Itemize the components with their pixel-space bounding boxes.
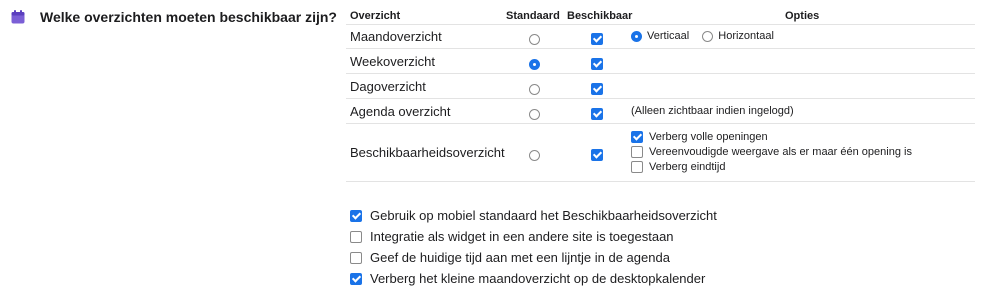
availability-options: Verberg volle openingen Vereenvoudigde w… [631, 129, 912, 174]
hide-end-time-checkbox[interactable] [631, 160, 643, 173]
available-checkbox[interactable] [591, 148, 603, 161]
header-overview: Overzicht [350, 10, 401, 22]
table-row-dagoverzicht: Dagoverzicht [346, 73, 975, 98]
default-radio[interactable] [529, 34, 540, 46]
available-checkbox[interactable] [591, 107, 603, 120]
hide-full-openings-label: Verberg volle openingen [649, 130, 768, 143]
mobile-default-checkbox[interactable] [350, 209, 362, 222]
horizontal-radio[interactable] [702, 30, 714, 42]
extra-option: Integratie als widget in een andere site… [350, 226, 717, 247]
default-radio[interactable] [529, 84, 540, 96]
row-name: Weekoverzicht [350, 54, 436, 69]
default-radio[interactable] [529, 109, 540, 121]
row-name: Beschikbaarheidsoverzicht [350, 145, 505, 160]
question-label: Welke overzichten moeten beschikbaar zij… [40, 9, 337, 25]
calendar-icon [11, 10, 25, 24]
simplified-view-checkbox[interactable] [631, 145, 643, 158]
row-name: Dagoverzicht [350, 79, 426, 94]
row-name: Agenda overzicht [350, 104, 451, 119]
row-name: Maandoverzicht [350, 29, 442, 44]
overview-table: Overzicht Standaard Beschikbaar Opties M… [346, 8, 975, 182]
hide-end-time-label: Verberg eindtijd [649, 160, 726, 173]
available-checkbox[interactable] [591, 57, 603, 70]
available-checkbox[interactable] [591, 32, 603, 45]
default-radio[interactable] [529, 150, 540, 162]
table-row-maandoverzicht: Maandoverzicht Verticaal Horizontaal [346, 24, 975, 48]
table-row-beschikbaarheidsoverzicht: Beschikbaarheidsoverzicht Verberg volle … [346, 123, 975, 182]
available-checkbox[interactable] [591, 82, 603, 95]
extra-option: Geef de huidige tijd aan met een lijntje… [350, 247, 717, 268]
table-header: Overzicht Standaard Beschikbaar Opties [346, 8, 975, 24]
current-time-line-label: Geef de huidige tijd aan met een lijntje… [370, 250, 670, 265]
horizontal-label: Horizontaal [718, 30, 774, 42]
widget-integration-checkbox[interactable] [350, 230, 362, 243]
hide-mini-month-checkbox[interactable] [350, 272, 362, 285]
extra-option: Gebruik op mobiel standaard het Beschikb… [350, 205, 717, 226]
extra-option: Verberg het kleine maandoverzicht op de … [350, 268, 717, 289]
widget-integration-label: Integratie als widget in een andere site… [370, 229, 674, 244]
mobile-default-label: Gebruik op mobiel standaard het Beschikb… [370, 208, 717, 223]
login-note: (Alleen zichtbaar indien ingelogd) [631, 105, 794, 117]
extra-options: Gebruik op mobiel standaard het Beschikb… [350, 205, 717, 289]
hide-full-openings-checkbox[interactable] [631, 130, 643, 143]
hide-mini-month-label: Verberg het kleine maandoverzicht op de … [370, 271, 706, 286]
header-available: Beschikbaar [567, 10, 633, 22]
simplified-view-label: Vereenvoudigde weergave als er maar één … [649, 145, 912, 158]
header-options: Opties [785, 10, 820, 22]
current-time-line-checkbox[interactable] [350, 251, 362, 264]
header-default: Standaard [506, 10, 560, 22]
default-radio[interactable] [529, 59, 540, 71]
vertical-radio[interactable] [631, 30, 642, 42]
vertical-label: Verticaal [647, 30, 690, 42]
table-row-weekoverzicht: Weekoverzicht [346, 48, 975, 73]
table-row-agenda-overzicht: Agenda overzicht (Alleen zichtbaar indie… [346, 98, 975, 123]
